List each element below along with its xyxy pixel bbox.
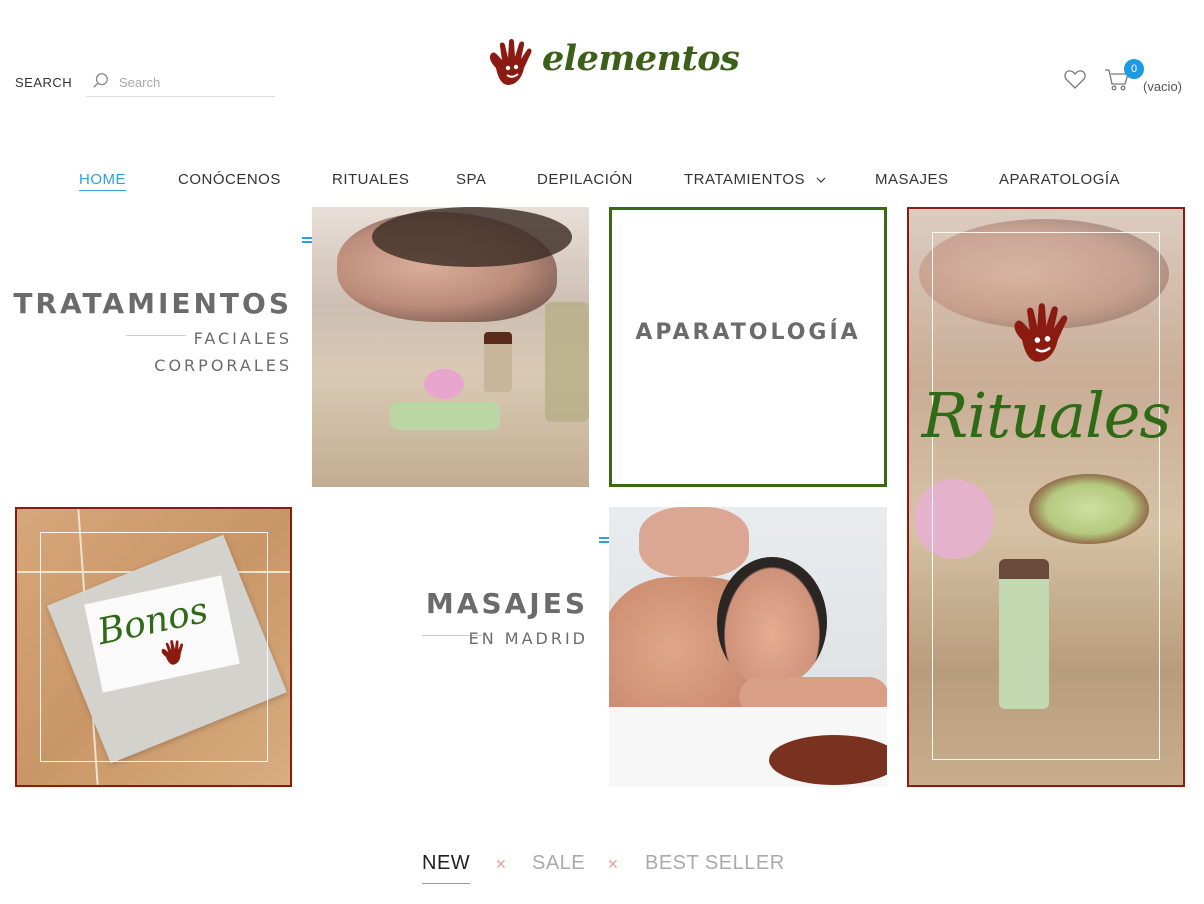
search-input[interactable] [119, 72, 269, 92]
logo[interactable]: elementos [486, 36, 740, 92]
nav-item-rituales[interactable]: RITUALES [332, 171, 409, 188]
herb-jar [545, 302, 589, 422]
bonos-inner-frame [40, 532, 268, 762]
tab-best-seller[interactable]: BEST SELLER [645, 852, 785, 875]
therapist-hands [639, 507, 749, 577]
nav-item-conocenos[interactable]: CONÓCENOS [178, 171, 281, 188]
nav-item-aparatologia[interactable]: APARATOLOGÍA [999, 171, 1120, 188]
hand-icon [1014, 303, 1068, 362]
tratamientos-title: TRATAMIENTOS [13, 287, 292, 320]
cart-count-badge: 0 [1124, 59, 1144, 79]
search-icon[interactable] [92, 72, 110, 90]
rituales-script-text: Rituales [921, 379, 1172, 452]
nav-item-masajes[interactable]: MASAJES [875, 171, 949, 188]
hand-icon [161, 640, 184, 665]
nav-item-home[interactable]: HOME [79, 171, 126, 191]
hand-logo-icon [489, 39, 532, 85]
tratamientos-line2: CORPORALES [154, 356, 292, 375]
chevron-down-icon [816, 177, 826, 183]
masajes-title: MASAJES [425, 587, 588, 620]
tab-new[interactable]: NEW [422, 852, 471, 884]
flower [424, 369, 464, 399]
tab-sale[interactable]: SALE [532, 852, 585, 875]
nav-item-spa[interactable]: SPA [456, 171, 486, 188]
wishlist-heart-icon[interactable] [1063, 67, 1087, 91]
tab-separator-icon: ✕ [495, 856, 507, 872]
cart-status[interactable]: (vacio) [1143, 79, 1182, 94]
hair-shape [372, 207, 572, 267]
facial-photo[interactable] [312, 207, 589, 487]
nav-item-depilacion[interactable]: DEPILACIÓN [537, 171, 633, 188]
tile-bonos[interactable]: Bonos [15, 507, 292, 787]
tratamientos-line1: FACIALES [193, 329, 292, 348]
tile-tratamientos[interactable]: TRATAMIENTOS FACIALES CORPORALES [0, 207, 310, 487]
search-label: SEARCH [15, 75, 73, 90]
nav-item-tratamientos[interactable]: TRATAMIENTOS [684, 171, 826, 188]
search-box[interactable] [86, 68, 275, 97]
tile-aparatologia[interactable]: APARATOLOGÍA [609, 207, 887, 487]
massage-photo[interactable] [609, 507, 887, 787]
tile-masajes[interactable]: MASAJES EN MADRID [312, 507, 602, 787]
tab-separator-icon: ✕ [607, 856, 619, 872]
soap-bar [390, 402, 500, 430]
nav-item-tratamientos-label: TRATAMIENTOS [684, 171, 806, 188]
divider-line [126, 335, 186, 336]
man-head-shape [717, 557, 827, 687]
aparatologia-title: APARATOLOGÍA [635, 320, 861, 345]
masajes-subtitle: EN MADRID [468, 629, 588, 648]
tile-rituales[interactable]: Rituales [907, 207, 1185, 787]
logo-text: elementos [542, 38, 740, 79]
flower-bowl [769, 735, 887, 785]
oil-bottle [484, 332, 512, 392]
main-nav: HOME CONÓCENOS RITUALES SPA DEPILACIÓN T… [0, 168, 1204, 196]
product-tabs: NEW ✕ SALE ✕ BEST SELLER [0, 850, 1204, 890]
